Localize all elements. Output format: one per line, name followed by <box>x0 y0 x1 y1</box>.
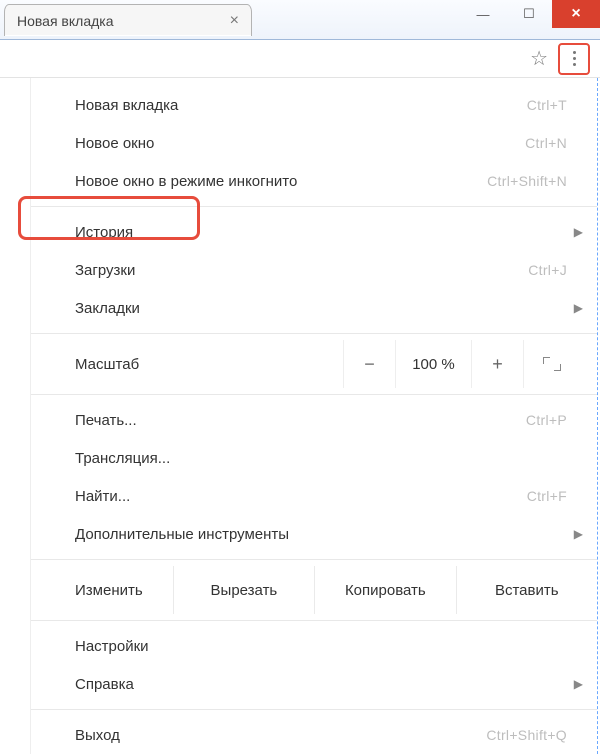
menu-separator <box>31 206 597 207</box>
menu-separator <box>31 333 597 334</box>
menu-item-bookmarks[interactable]: Закладки ▶ <box>31 289 597 327</box>
menu-label: Настройки <box>75 638 149 655</box>
menu-item-exit[interactable]: Выход Ctrl+Shift+Q <box>31 716 597 754</box>
edit-paste-button[interactable]: Вставить <box>456 566 597 614</box>
menu-item-incognito[interactable]: Новое окно в режиме инкогнито Ctrl+Shift… <box>31 162 597 200</box>
window-minimize-button[interactable]: — <box>460 0 506 28</box>
window-titlebar: Новая вкладка × — ☐ × <box>0 0 600 40</box>
menu-item-downloads[interactable]: Загрузки Ctrl+J <box>31 251 597 289</box>
zoom-value: 100 % <box>395 340 471 388</box>
menu-label: Закладки <box>75 300 140 317</box>
menu-shortcut: Ctrl+N <box>525 135 567 151</box>
menu-shortcut: Ctrl+Shift+N <box>487 173 567 189</box>
menu-label: Справка <box>75 676 134 693</box>
menu-item-new-tab[interactable]: Новая вкладка Ctrl+T <box>31 86 597 124</box>
main-menu-button[interactable] <box>558 43 590 75</box>
window-close-button[interactable]: × <box>552 0 600 28</box>
menu-label: Дополнительные инструменты <box>75 526 289 543</box>
edit-cut-button[interactable]: Вырезать <box>173 566 314 614</box>
submenu-chevron-icon: ▶ <box>574 301 583 315</box>
menu-shortcut: Ctrl+P <box>526 412 567 428</box>
menu-item-edit: Изменить Вырезать Копировать Вставить <box>31 566 597 614</box>
menu-label: История <box>75 224 133 241</box>
menu-label: Изменить <box>75 566 173 614</box>
menu-item-cast[interactable]: Трансляция... <box>31 439 597 477</box>
window-controls: — ☐ × <box>460 0 600 28</box>
menu-item-more-tools[interactable]: Дополнительные инструменты ▶ <box>31 515 597 553</box>
submenu-chevron-icon: ▶ <box>574 225 583 239</box>
window-maximize-button[interactable]: ☐ <box>506 0 552 28</box>
menu-label: Найти... <box>75 488 130 505</box>
submenu-chevron-icon: ▶ <box>574 527 583 541</box>
browser-tab[interactable]: Новая вкладка × <box>4 4 252 36</box>
menu-item-settings[interactable]: Настройки <box>31 627 597 665</box>
menu-label: Трансляция... <box>75 450 170 467</box>
menu-separator <box>31 620 597 621</box>
menu-item-zoom: Масштаб − 100 % + <box>31 340 597 388</box>
tab-title: Новая вкладка <box>17 13 114 29</box>
menu-label: Загрузки <box>75 262 135 279</box>
menu-shortcut: Ctrl+J <box>528 262 567 278</box>
menu-item-find[interactable]: Найти... Ctrl+F <box>31 477 597 515</box>
menu-label: Масштаб <box>75 356 139 373</box>
menu-item-new-window[interactable]: Новое окно Ctrl+N <box>31 124 597 162</box>
zoom-in-button[interactable]: + <box>471 340 523 388</box>
main-menu-dropdown: Новая вкладка Ctrl+T Новое окно Ctrl+N Н… <box>30 78 598 754</box>
menu-shortcut: Ctrl+Shift+Q <box>486 727 567 743</box>
menu-item-help[interactable]: Справка ▶ <box>31 665 597 703</box>
vertical-dots-icon <box>573 51 576 66</box>
menu-shortcut: Ctrl+F <box>527 488 567 504</box>
menu-separator <box>31 709 597 710</box>
submenu-chevron-icon: ▶ <box>574 677 583 691</box>
tab-close-icon[interactable]: × <box>230 13 239 29</box>
menu-label: Новая вкладка <box>75 97 178 114</box>
zoom-out-button[interactable]: − <box>343 340 395 388</box>
browser-toolbar: ☆ <box>0 40 600 78</box>
menu-label: Печать... <box>75 412 137 429</box>
bookmark-star-icon[interactable]: ☆ <box>530 46 548 71</box>
menu-item-history[interactable]: История ▶ <box>31 213 597 251</box>
menu-separator <box>31 559 597 560</box>
menu-label: Новое окно в режиме инкогнито <box>75 173 297 190</box>
menu-shortcut: Ctrl+T <box>527 97 567 113</box>
menu-item-print[interactable]: Печать... Ctrl+P <box>31 401 597 439</box>
edit-copy-button[interactable]: Копировать <box>314 566 455 614</box>
zoom-controls: − 100 % + <box>343 340 579 388</box>
menu-label: Новое окно <box>75 135 154 152</box>
fullscreen-button[interactable] <box>523 340 579 388</box>
menu-separator <box>31 394 597 395</box>
fullscreen-icon <box>543 357 561 371</box>
menu-label: Выход <box>75 727 120 744</box>
